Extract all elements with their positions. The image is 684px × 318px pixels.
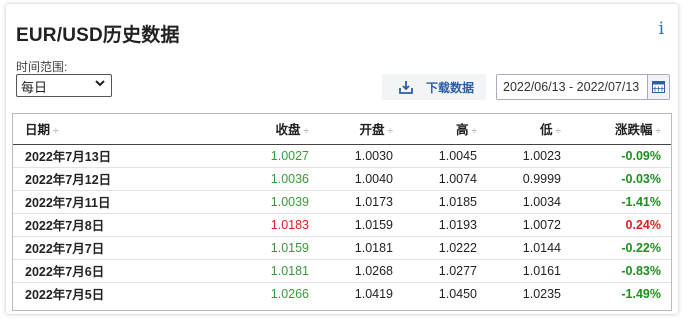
cell-low: 1.0023 xyxy=(522,148,561,163)
cell-date: 2022年7月13日 xyxy=(25,150,112,164)
chevron-down-icon xyxy=(94,77,106,92)
cell-change: -1.41% xyxy=(621,194,661,209)
cell-high: 1.0193 xyxy=(438,217,477,232)
cell-close: 1.0159 xyxy=(270,240,309,255)
page-title: EUR/USD历史数据 xyxy=(16,25,180,46)
cell-date: 2022年7月7日 xyxy=(25,242,105,256)
column-header-high[interactable]: 高 ÷ xyxy=(397,114,481,144)
cell-low: 1.0034 xyxy=(522,194,561,209)
download-data-label: 下载数据 xyxy=(426,80,475,95)
column-header-open[interactable]: 开盘 ÷ xyxy=(313,114,397,144)
cell-close: 1.0027 xyxy=(270,148,309,163)
cell-high: 1.0074 xyxy=(438,171,477,186)
table-row: 2022年7月8日 1.0183 1.0159 1.0193 1.0072 0.24% xyxy=(13,213,671,236)
cell-close: 1.0266 xyxy=(270,286,309,301)
table-row: 2022年7月6日 1.0181 1.0268 1.0277 1.0161 -0.83% xyxy=(13,259,671,282)
cell-open: 1.0030 xyxy=(354,148,393,163)
time-range-select[interactable]: 每日 xyxy=(16,74,112,97)
sort-icon: ÷ xyxy=(53,126,59,138)
cell-date: 2022年7月6日 xyxy=(25,265,105,279)
cell-high: 1.0222 xyxy=(438,240,477,255)
download-data-button[interactable]: 下载数据 xyxy=(382,74,486,100)
table-row: 2022年7月13日 1.0027 1.0030 1.0045 1.0023 -0.09% xyxy=(13,144,671,167)
column-header-close[interactable]: 收盘 ÷ xyxy=(203,114,313,144)
cell-low: 1.0144 xyxy=(522,240,561,255)
historical-data-panel: EUR/USD历史数据 i 时间范围: 每日 下载数据 2022/06/13 -… xyxy=(6,4,678,314)
cell-open: 1.0268 xyxy=(354,263,393,278)
cell-high: 1.0277 xyxy=(438,263,477,278)
cell-change: -0.83% xyxy=(621,263,661,278)
date-range-value: 2022/06/13 - 2022/07/13 xyxy=(503,80,640,94)
cell-low: 0.9999 xyxy=(522,171,561,186)
cell-change: -0.22% xyxy=(621,240,661,255)
cell-open: 1.0419 xyxy=(354,286,393,301)
cell-high: 1.0185 xyxy=(438,194,477,209)
cell-close: 1.0181 xyxy=(270,263,309,278)
time-range-label: 时间范围: xyxy=(16,60,68,74)
cell-date: 2022年7月5日 xyxy=(25,288,105,303)
cell-close: 1.0039 xyxy=(270,194,309,209)
cell-open: 1.0173 xyxy=(354,194,393,209)
sort-icon: ÷ xyxy=(655,126,662,138)
cell-close: 1.0036 xyxy=(270,171,309,186)
column-header-change[interactable]: 涨跌幅 ÷ xyxy=(565,114,671,144)
cell-low: 1.0235 xyxy=(522,286,561,301)
cell-change: -0.09% xyxy=(621,148,661,163)
table-row: 2022年7月5日 1.0266 1.0419 1.0450 1.0235 -1.49% xyxy=(13,282,671,305)
cell-date: 2022年7月12日 xyxy=(25,173,112,187)
cell-low: 1.0072 xyxy=(522,217,561,232)
info-icon[interactable]: i xyxy=(659,19,664,39)
cell-open: 1.0181 xyxy=(354,240,393,255)
cell-date: 2022年7月11日 xyxy=(25,196,111,210)
cell-change: 0.24% xyxy=(625,217,661,232)
date-range-picker[interactable]: 2022/06/13 - 2022/07/13 xyxy=(496,74,670,100)
table-row: 2022年7月11日 1.0039 1.0173 1.0185 1.0034 -1.41% xyxy=(13,190,671,213)
sort-icon: ÷ xyxy=(555,126,562,138)
cell-low: 1.0161 xyxy=(522,263,561,278)
table-header-row: 日期 ÷ 收盘 ÷ 开盘 ÷ 高 ÷ 低 ÷ 涨跌幅 ÷ xyxy=(13,114,671,144)
column-header-date[interactable]: 日期 ÷ xyxy=(13,114,203,144)
cell-high: 1.0045 xyxy=(438,148,477,163)
sort-icon: ÷ xyxy=(471,126,478,138)
cell-open: 1.0159 xyxy=(354,217,393,232)
cell-date: 2022年7月8日 xyxy=(25,219,105,233)
time-range-value: 每日 xyxy=(21,80,48,95)
column-header-low[interactable]: 低 ÷ xyxy=(481,114,565,144)
cell-open: 1.0040 xyxy=(354,171,393,186)
table-row: 2022年7月7日 1.0159 1.0181 1.0222 1.0144 -0.22% xyxy=(13,236,671,259)
sort-icon: ÷ xyxy=(303,126,310,138)
table-row: 2022年7月12日 1.0036 1.0040 1.0074 0.9999 -0.03% xyxy=(13,167,671,190)
cell-change: -1.49% xyxy=(621,286,661,301)
cell-high: 1.0450 xyxy=(438,286,477,301)
calendar-icon[interactable] xyxy=(647,75,669,99)
cell-close: 1.0183 xyxy=(270,217,309,232)
historical-data-table: 日期 ÷ 收盘 ÷ 开盘 ÷ 高 ÷ 低 ÷ 涨跌幅 ÷ 2022年7月13日 1.0027 1… xyxy=(12,113,672,311)
sort-icon: ÷ xyxy=(387,126,394,138)
download-icon xyxy=(392,79,420,95)
cell-change: -0.03% xyxy=(621,171,661,186)
